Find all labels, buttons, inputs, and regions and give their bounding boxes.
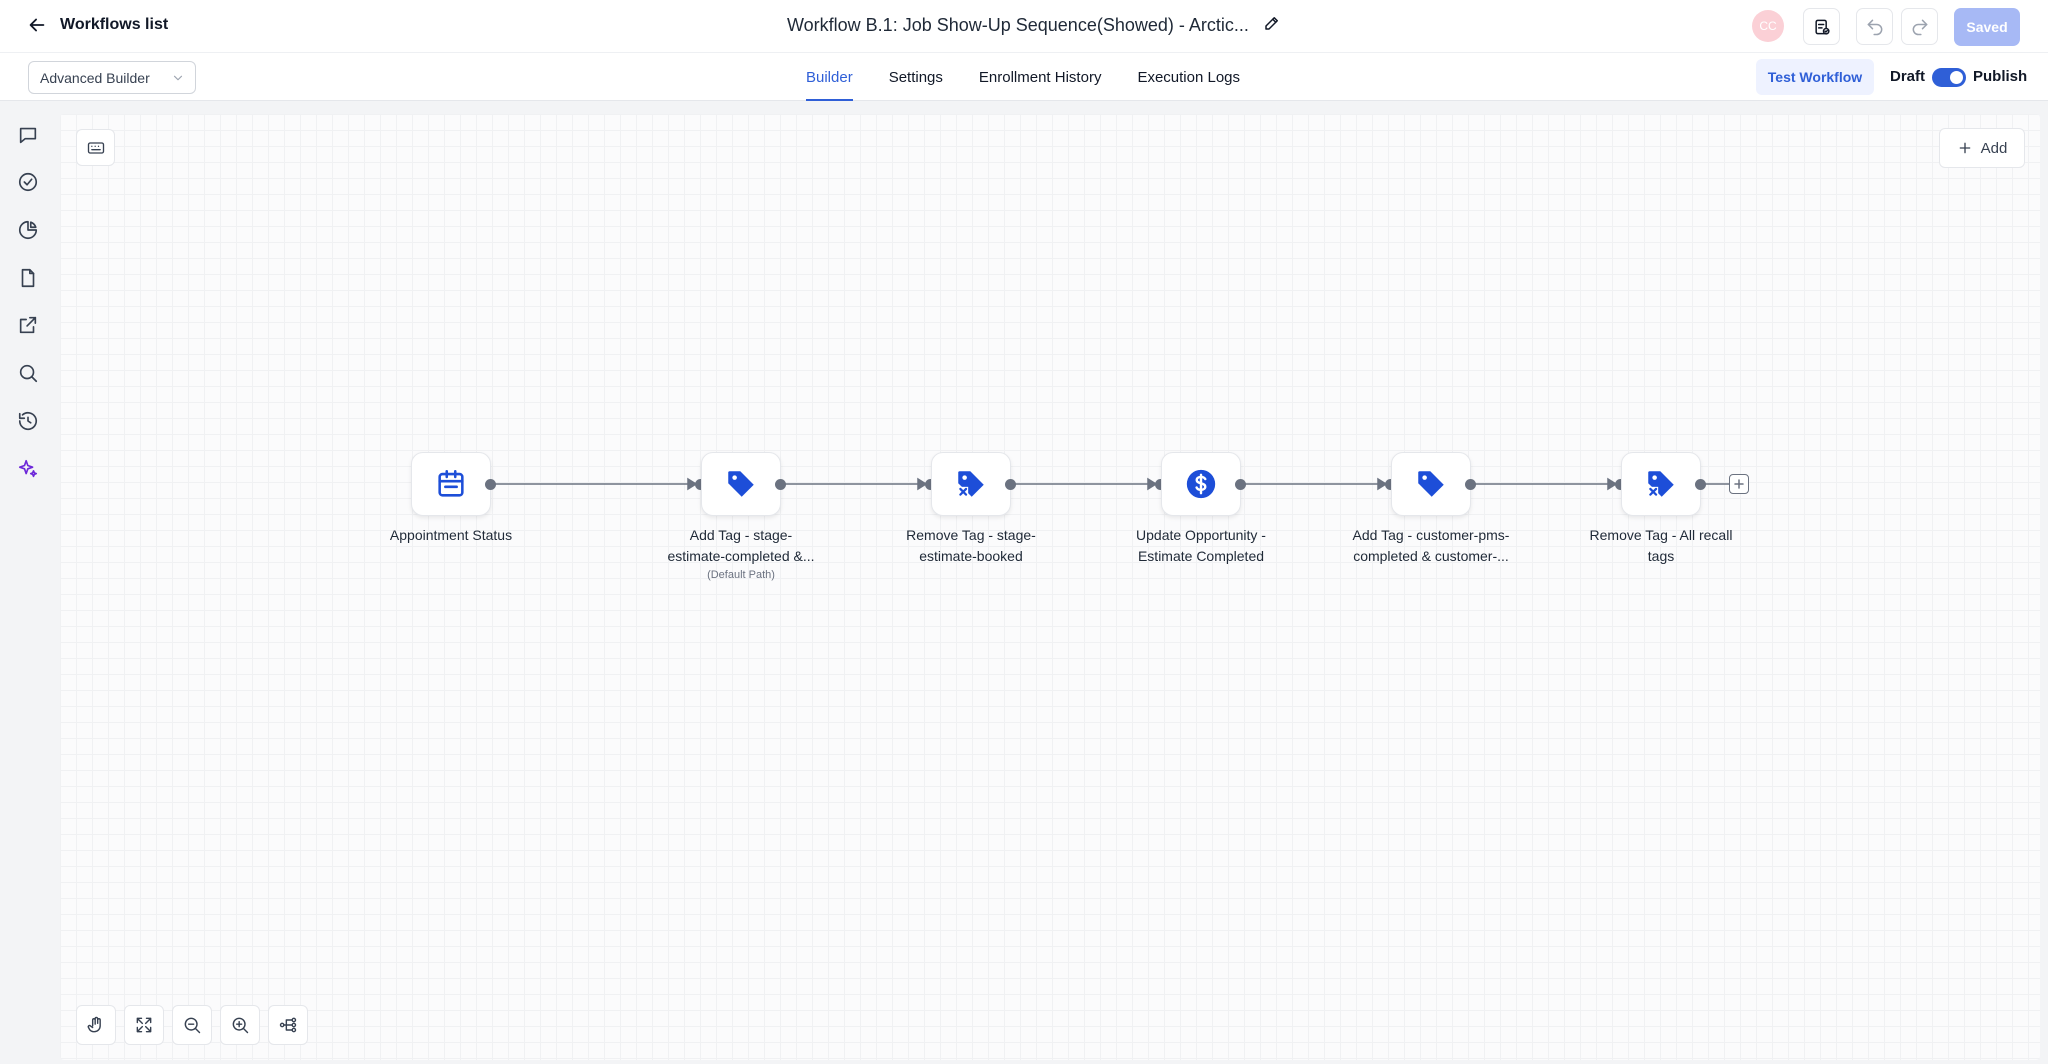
default-path-label: (Default Path) — [707, 569, 775, 581]
zoom-in-icon — [232, 1017, 249, 1034]
pie-chart-icon[interactable] — [17, 219, 39, 241]
node-label-3: Remove Tag - stage- estimate-booked — [881, 525, 1061, 567]
action-node-remove-tag-recall[interactable] — [1621, 452, 1701, 516]
node-label-3-line2: estimate-booked — [919, 548, 1023, 564]
zoom-in-button[interactable] — [220, 1005, 260, 1045]
workflow-title-area: Workflow B.1: Job Show-Up Sequence(Showe… — [787, 14, 1281, 37]
draft-label: Draft — [1890, 68, 1926, 85]
builder-mode-select[interactable]: Advanced Builder — [28, 61, 196, 94]
saved-button[interactable]: Saved — [1954, 8, 2020, 46]
toggle-knob — [1950, 71, 1963, 84]
node-output-handle[interactable] — [1005, 479, 1016, 490]
node-label-4-line1: Update Opportunity - — [1136, 527, 1266, 543]
tag-icon — [728, 471, 754, 497]
left-rail — [0, 101, 58, 1064]
node-label-6: Remove Tag - All recall tags — [1571, 525, 1751, 567]
tag-remove-icon — [1648, 471, 1674, 497]
node-label-4: Update Opportunity - Estimate Completed — [1111, 525, 1291, 567]
node-output-handle[interactable] — [1695, 479, 1706, 490]
top-bar: Workflows list Workflow B.1: Job Show-Up… — [0, 0, 2048, 53]
node-output-handle[interactable] — [1235, 479, 1246, 490]
workflow-canvas[interactable]: Add Appointment Status Add Tag - stage- … — [60, 114, 2040, 1060]
node-label-6-line1: Remove Tag - All recall — [1589, 527, 1733, 543]
search-icon[interactable] — [17, 362, 39, 384]
node-label-2: Add Tag - stage- estimate-completed &... — [651, 525, 831, 567]
undo-icon — [1867, 19, 1882, 35]
chat-icon[interactable] — [17, 124, 39, 146]
builder-mode-value: Advanced Builder — [40, 69, 150, 86]
tab-settings[interactable]: Settings — [889, 53, 943, 101]
publish-label: Publish — [1973, 68, 2028, 85]
fit-view-button[interactable] — [124, 1005, 164, 1045]
dollar-icon — [1186, 469, 1216, 499]
zoom-out-button[interactable] — [172, 1005, 212, 1045]
trigger-node-appointment-status[interactable] — [411, 452, 491, 516]
sub-bar: Advanced Builder Builder Settings Enroll… — [0, 53, 2048, 101]
main-tabs: Builder Settings Enrollment History Exec… — [806, 53, 1240, 101]
sparkles-icon[interactable] — [17, 458, 39, 480]
node-label-4-line2: Estimate Completed — [1137, 548, 1265, 564]
node-label-3-line1: Remove Tag - stage- — [906, 527, 1036, 543]
canvas-tools — [76, 1005, 308, 1045]
test-workflow-button[interactable]: Test Workflow — [1756, 59, 1874, 95]
calendar-icon — [438, 469, 464, 497]
node-label-2-line2: estimate-completed &... — [667, 548, 815, 564]
tag-icon — [1418, 471, 1444, 497]
action-node-add-tag-stage[interactable] — [701, 452, 781, 516]
workflow-notes-button[interactable] — [1803, 8, 1840, 45]
node-label-5-line1: Add Tag - customer-pms- — [1352, 527, 1510, 543]
node-label-1: Appointment Status — [361, 525, 541, 546]
add-step-button[interactable] — [1729, 474, 1749, 494]
hand-icon — [87, 1016, 101, 1033]
back-label: Workflows list — [60, 16, 169, 33]
expand-icon — [136, 1017, 152, 1033]
tab-builder[interactable]: Builder — [806, 53, 853, 101]
node-label-6-line2: tags — [1647, 548, 1675, 564]
arrow-left-icon — [29, 18, 45, 32]
zoom-out-icon — [184, 1017, 201, 1034]
undo-button[interactable] — [1856, 8, 1893, 45]
redo-icon — [1912, 19, 1927, 35]
node-label-1-line1: Appointment Status — [389, 527, 513, 543]
auto-layout-button[interactable] — [268, 1005, 308, 1045]
node-label-5-line2: completed & customer-... — [1353, 548, 1509, 564]
node-output-handle[interactable] — [775, 479, 786, 490]
layout-icon — [279, 1017, 297, 1033]
action-node-add-tag-customer[interactable] — [1391, 452, 1471, 516]
tab-enrollment-history[interactable]: Enrollment History — [979, 53, 1102, 101]
node-label-5: Add Tag - customer-pms- completed & cust… — [1341, 525, 1521, 567]
check-circle-icon[interactable] — [17, 171, 39, 193]
node-output-handle[interactable] — [1465, 479, 1476, 490]
flow-connectors — [490, 477, 1730, 491]
back-to-workflows-link[interactable]: Workflows list — [26, 14, 168, 36]
action-node-update-opportunity[interactable] — [1161, 452, 1241, 516]
plus-icon — [1734, 479, 1744, 489]
node-label-2-line1: Add Tag - stage- — [689, 527, 793, 543]
clipboard-check-icon — [1814, 19, 1830, 35]
history-icon[interactable] — [17, 410, 39, 432]
chevron-down-icon — [173, 75, 183, 80]
avatar[interactable]: CC — [1752, 10, 1784, 42]
node-output-handle[interactable] — [485, 479, 496, 490]
tab-execution-logs[interactable]: Execution Logs — [1137, 53, 1240, 101]
pencil-icon[interactable] — [1263, 14, 1281, 37]
external-link-icon[interactable] — [17, 314, 39, 336]
action-node-remove-tag-stage[interactable] — [931, 452, 1011, 516]
workflow-title: Workflow B.1: Job Show-Up Sequence(Showe… — [787, 15, 1249, 35]
publish-toggle[interactable] — [1932, 68, 1966, 87]
redo-button[interactable] — [1901, 8, 1938, 45]
pan-tool-button[interactable] — [76, 1005, 116, 1045]
tag-remove-icon — [958, 471, 984, 497]
document-icon[interactable] — [17, 267, 39, 289]
